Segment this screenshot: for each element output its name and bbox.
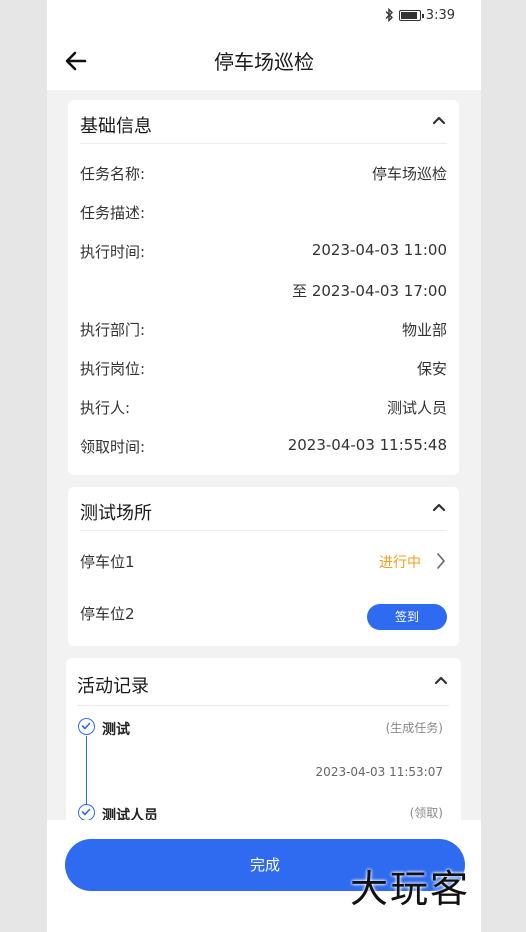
- info-label: 领取时间:: [80, 438, 146, 456]
- info-row-executor: 执行人: 测试人员: [80, 397, 447, 419]
- sign-in-button[interactable]: 签到: [367, 604, 447, 630]
- status-time: 3:39: [425, 7, 455, 23]
- page-title: 停车场巡检: [214, 50, 314, 74]
- phone-screen: 3:39 停车场巡检 基础信息 任务名称: 停车场巡检 任务描述: 执行时间: …: [47, 0, 481, 932]
- record-tag: (领取): [409, 806, 443, 820]
- info-label: 执行人:: [80, 399, 131, 417]
- place-item-1[interactable]: 停车位1 进行中: [80, 551, 447, 577]
- info-value: 停车场巡检: [371, 165, 447, 183]
- info-value: 至 2023-04-03 17:00: [292, 282, 447, 300]
- info-value: 保安: [416, 360, 447, 378]
- status-icons: 3:39: [384, 6, 455, 24]
- info-value: 测试人员: [386, 399, 447, 417]
- record-tag: (生成任务): [385, 721, 443, 735]
- check-circle-icon: [78, 718, 95, 735]
- info-label: 执行岗位:: [80, 360, 146, 378]
- record-time: 2023-04-03 11:53:07: [315, 765, 443, 779]
- info-row-exec-time: 执行时间: 2023-04-03 11:00: [80, 241, 447, 263]
- chevron-right-icon: [437, 553, 445, 569]
- info-row-task-desc: 任务描述:: [80, 202, 447, 224]
- info-row-exec-time-end: 至 2023-04-03 17:00: [80, 280, 447, 302]
- status-bar: 3:39: [47, 0, 481, 30]
- place-name: 停车位2: [80, 605, 135, 623]
- activity-title: 活动记录: [77, 676, 149, 697]
- info-value: 物业部: [401, 321, 447, 339]
- info-value: 2023-04-03 11:55:48: [287, 436, 447, 454]
- info-row-post: 执行岗位: 保安: [80, 358, 447, 380]
- activity-card: 活动记录 测试 (生成任务) 2023-04-03 11:53:07 测试人员 …: [66, 658, 461, 838]
- basic-info-card: 基础信息 任务名称: 停车场巡检 任务描述: 执行时间: 2023-04-03 …: [68, 100, 459, 475]
- place-status: 进行中: [379, 555, 421, 571]
- place-name: 停车位1: [80, 553, 135, 571]
- watermark-logo: 大玩客: [350, 867, 471, 911]
- battery-icon: [398, 9, 424, 21]
- info-row-claim-time: 领取时间: 2023-04-03 11:55:48: [80, 436, 447, 458]
- info-label: 任务描述:: [80, 204, 146, 222]
- activity-header[interactable]: 活动记录: [77, 658, 449, 706]
- record-name: 测试: [102, 722, 130, 738]
- info-row-task-name: 任务名称: 停车场巡检: [80, 163, 447, 185]
- places-card: 测试场所 停车位1 进行中 停车位2 签到: [68, 487, 459, 646]
- info-value: 2023-04-03 11:00: [311, 241, 447, 259]
- bluetooth-icon: [385, 8, 393, 22]
- chevron-up-icon[interactable]: [433, 674, 449, 686]
- basic-info-title: 基础信息: [80, 116, 152, 137]
- app-header: 停车场巡检: [47, 30, 481, 90]
- places-header[interactable]: 测试场所: [80, 487, 447, 531]
- info-label: 执行时间:: [80, 243, 146, 261]
- places-title: 测试场所: [80, 503, 152, 524]
- info-row-dept: 执行部门: 物业部: [80, 319, 447, 341]
- timeline-line: [86, 736, 87, 806]
- check-circle-icon: [78, 804, 95, 821]
- chevron-up-icon[interactable]: [431, 501, 447, 513]
- info-label: 执行部门:: [80, 321, 146, 339]
- info-label: 任务名称:: [80, 165, 146, 183]
- chevron-up-icon[interactable]: [431, 114, 447, 126]
- basic-info-header[interactable]: 基础信息: [80, 100, 447, 144]
